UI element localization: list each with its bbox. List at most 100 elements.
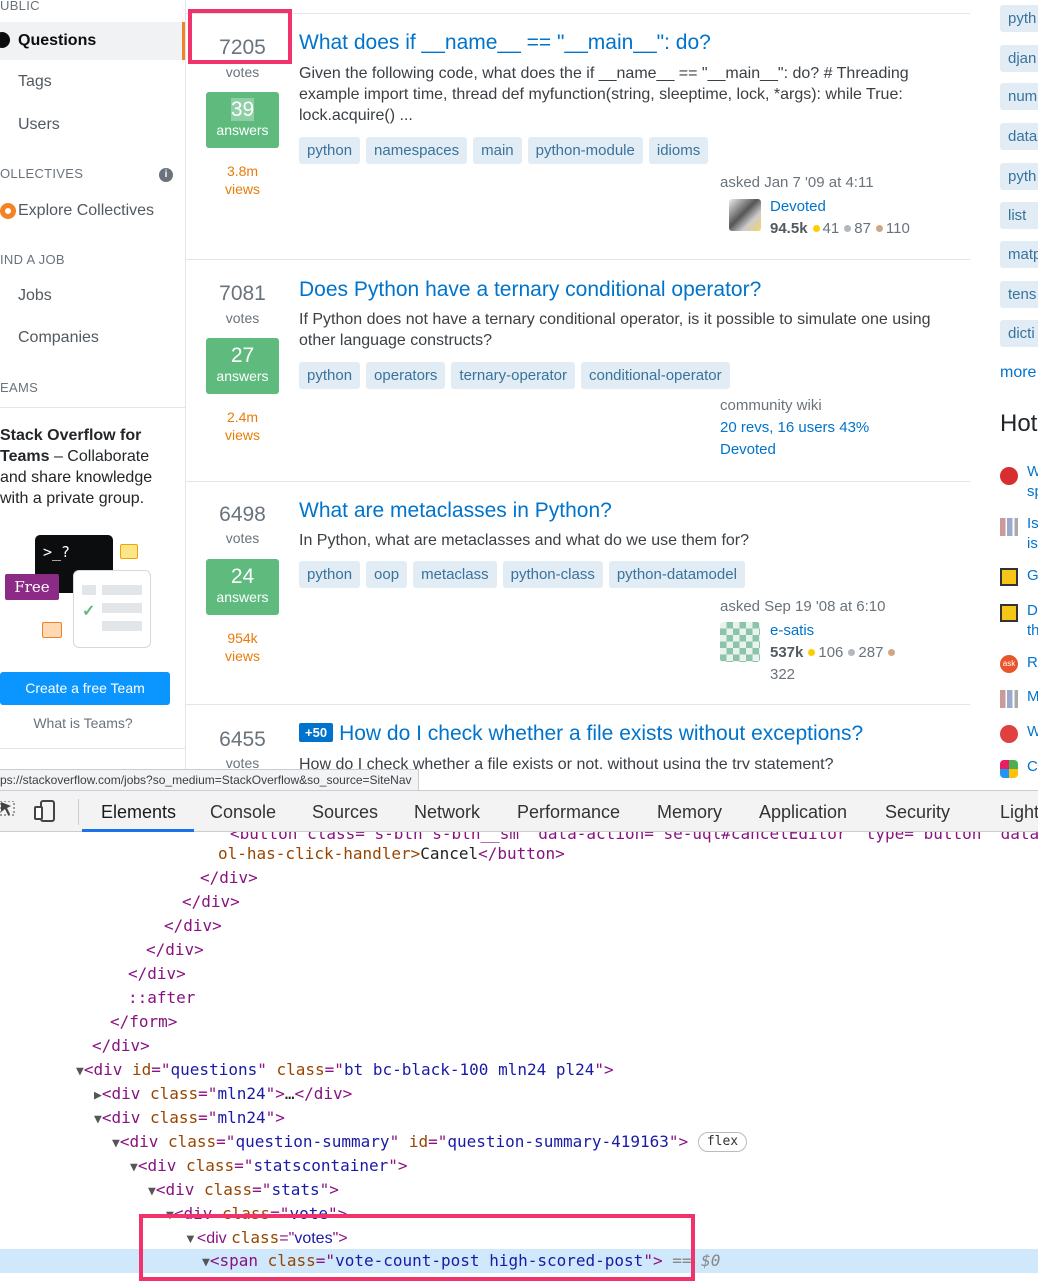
section-collectives-label: OLLECTIVES: [0, 166, 84, 181]
dom-node[interactable]: </div>: [182, 890, 240, 914]
user-name-link[interactable]: Devoted: [770, 198, 826, 215]
question-title-link[interactable]: +50 How do I check whether a file exists …: [299, 722, 863, 746]
watched-tag[interactable]: pyth: [1000, 5, 1038, 32]
dom-node-mln24[interactable]: ▼<div class="mln24">: [94, 1106, 285, 1132]
revisions-link[interactable]: 20 revs, 16 users 43%: [720, 419, 869, 436]
dom-node-stats[interactable]: ▼<div class="stats">: [148, 1178, 339, 1204]
answer-count-value: 39: [230, 98, 255, 121]
dom-node[interactable]: </div>: [164, 914, 222, 938]
views-count: 2.4m views: [190, 408, 295, 444]
avatar[interactable]: [720, 622, 760, 662]
watched-tag[interactable]: dicti: [1000, 320, 1038, 347]
tab-sources[interactable]: Sources: [312, 802, 378, 823]
hot-question-link[interactable]: C: [1027, 757, 1038, 777]
site-icon: [1000, 690, 1018, 708]
ellipsis: …: [284, 1084, 295, 1103]
tag-python[interactable]: python: [299, 362, 361, 389]
expand-triangle-icon[interactable]: ▼: [130, 1160, 138, 1175]
hot-question-link[interactable]: G: [1027, 566, 1038, 586]
pseudo-element[interactable]: ::after: [128, 986, 195, 1010]
dom-node-mln24-collapsed[interactable]: ▶<div class="mln24">…</div>: [94, 1082, 352, 1108]
tab-memory[interactable]: Memory: [657, 802, 722, 823]
user-name-link[interactable]: e-satis: [770, 622, 814, 639]
tag-namespaces[interactable]: namespaces: [366, 137, 468, 164]
hot-question-link[interactable]: R: [1027, 653, 1038, 673]
tab-application[interactable]: Application: [759, 802, 847, 823]
watched-tag[interactable]: list: [1000, 202, 1038, 229]
tag-main[interactable]: main: [473, 137, 522, 164]
inspect-icon[interactable]: [0, 800, 18, 821]
expand-triangle-icon[interactable]: ▼: [94, 1112, 102, 1127]
create-free-team-button[interactable]: Create a free Team: [0, 672, 170, 705]
dom-node[interactable]: </div>: [200, 866, 258, 890]
question-title-link[interactable]: What does if __name__ == "__main__": do?: [299, 31, 711, 55]
tag-python[interactable]: python: [299, 137, 361, 164]
dom-node-questions[interactable]: ▼<div id="questions" class="bt bc-black-…: [76, 1058, 614, 1084]
tab-lighthouse[interactable]: Light: [1000, 802, 1038, 823]
watched-tag[interactable]: tens: [1000, 281, 1038, 308]
views-count: 3.8m views: [190, 162, 295, 198]
question-excerpt: How do I check whether a file exists or …: [299, 756, 834, 769]
question-title-link[interactable]: What are metaclasses in Python?: [299, 499, 612, 523]
expand-triangle-icon[interactable]: ▼: [76, 1064, 84, 1079]
info-icon[interactable]: i: [159, 168, 173, 182]
avatar[interactable]: [729, 199, 761, 231]
answer-count: 24: [230, 565, 255, 588]
tab-elements[interactable]: Elements: [101, 802, 176, 823]
question-title-link[interactable]: Does Python have a ternary conditional o…: [299, 278, 761, 302]
tag-operators[interactable]: operators: [366, 362, 446, 389]
devtools-tab-bar: Elements Console Sources Network Perform…: [0, 790, 1038, 832]
tab-console[interactable]: Console: [210, 802, 276, 823]
tag-python-module[interactable]: python-module: [527, 137, 643, 164]
hot-question-link[interactable]: W sp: [1027, 462, 1038, 502]
more-tags-link[interactable]: more: [1000, 364, 1036, 382]
tag-python-datamodel[interactable]: python-datamodel: [608, 561, 745, 588]
tag-idioms[interactable]: idioms: [648, 137, 709, 164]
tag-python[interactable]: python: [299, 561, 361, 588]
tab-network[interactable]: Network: [414, 802, 480, 823]
dom-node[interactable]: </div>: [146, 938, 204, 962]
dom-node[interactable]: ol-has-click-handler>Cancel</button>: [218, 842, 565, 866]
nav-jobs[interactable]: Jobs: [18, 287, 52, 305]
silver-count: 287: [858, 644, 884, 661]
dom-node[interactable]: </form>: [110, 1010, 177, 1034]
hot-question-link[interactable]: Is is: [1027, 514, 1038, 554]
tab-security[interactable]: Security: [885, 802, 950, 823]
hot-question-link[interactable]: W: [1027, 722, 1038, 742]
flex-badge[interactable]: flex: [697, 1132, 748, 1152]
watched-tag[interactable]: num: [1000, 83, 1038, 110]
tag-ternary-operator[interactable]: ternary-operator: [451, 362, 575, 389]
watched-tag[interactable]: pyth: [1000, 163, 1038, 190]
expand-triangle-icon[interactable]: ▼: [148, 1184, 156, 1199]
nav-companies[interactable]: Companies: [18, 329, 99, 347]
dom-node[interactable]: </div>: [128, 962, 186, 986]
user-name-link[interactable]: Devoted: [720, 441, 776, 458]
tag-oop[interactable]: oop: [366, 561, 408, 588]
nav-users[interactable]: Users: [18, 116, 60, 134]
tag-conditional-operator[interactable]: conditional-operator: [580, 362, 730, 389]
watched-tag[interactable]: matp: [1000, 241, 1038, 268]
attr-value: questions: [170, 1060, 258, 1079]
hot-question-link[interactable]: D th: [1027, 601, 1038, 641]
device-toggle-icon[interactable]: [33, 800, 57, 822]
tab-performance[interactable]: Performance: [517, 802, 620, 823]
dom-node-question-summary[interactable]: ▼<div class="question-summary" id="quest…: [112, 1130, 748, 1156]
silver-count: 87: [854, 220, 871, 237]
vote-count: 6498: [219, 503, 266, 526]
tag-metaclass[interactable]: metaclass: [413, 561, 497, 588]
nav-questions[interactable]: Questions: [0, 22, 185, 60]
chat-bubble-icon: [120, 544, 138, 559]
tag-python-class[interactable]: python-class: [502, 561, 603, 588]
dom-node-statscontainer[interactable]: ▼<div class="statscontainer">: [130, 1154, 408, 1180]
dom-node[interactable]: </div>: [92, 1034, 150, 1058]
collapse-triangle-icon[interactable]: ▶: [94, 1088, 102, 1103]
watched-tag[interactable]: djan: [1000, 45, 1038, 72]
what-is-teams-link[interactable]: What is Teams?: [0, 715, 166, 731]
expand-triangle-icon[interactable]: ▼: [112, 1136, 120, 1151]
nav-explore-collectives[interactable]: Explore Collectives: [18, 202, 154, 220]
watched-tag[interactable]: data: [1000, 123, 1038, 150]
attr-value: mln24: [217, 1108, 266, 1127]
nav-tags[interactable]: Tags: [18, 73, 52, 91]
hot-question-link[interactable]: M: [1027, 687, 1038, 707]
teams-title-bold2: Teams: [0, 448, 50, 465]
